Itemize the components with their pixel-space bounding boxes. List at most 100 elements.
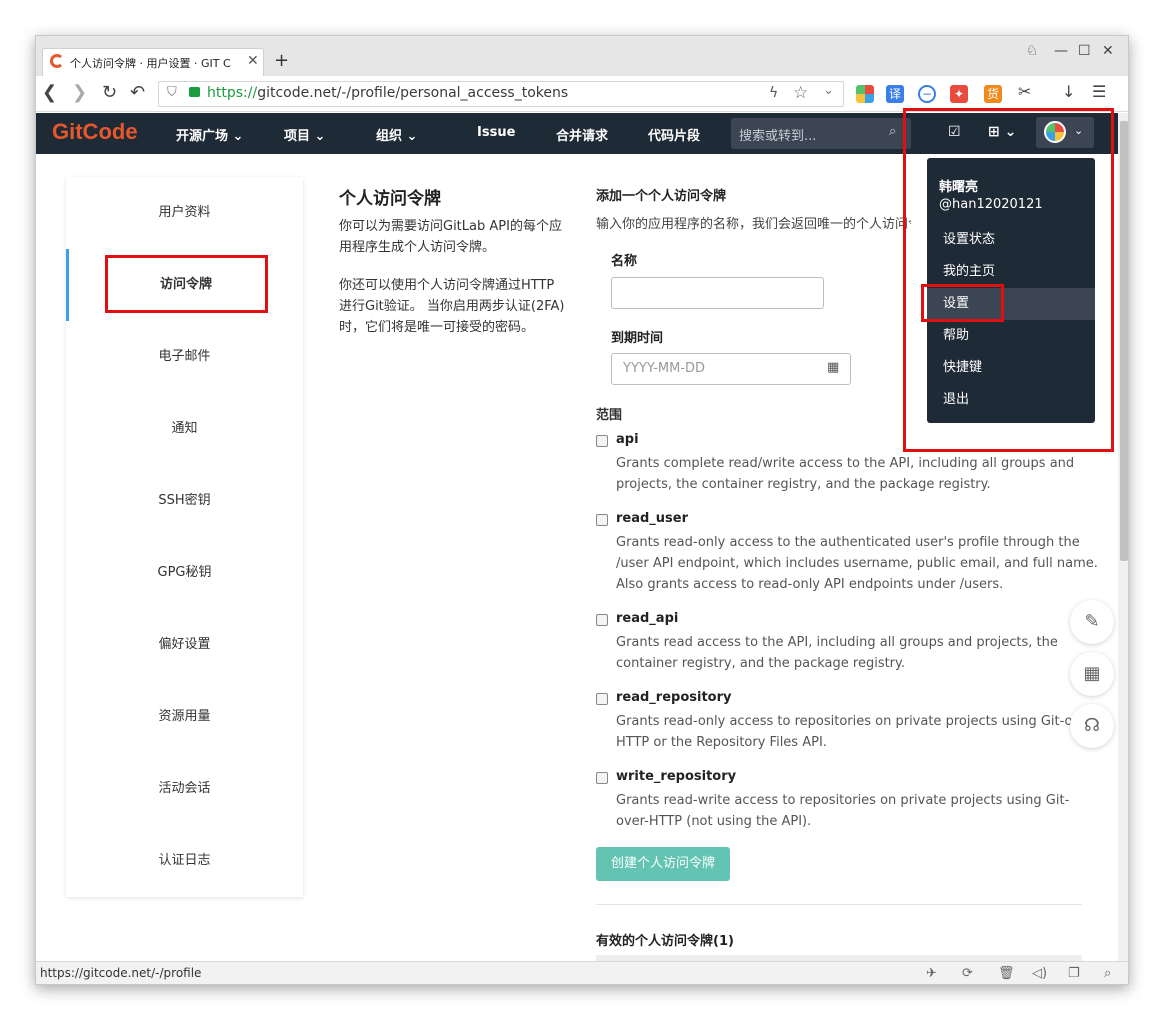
active-tokens-title: 有效的个人访问令牌(1) bbox=[596, 934, 734, 949]
browser-toolbar: ❮ ❯ ↻ ↶ ⛉ https://gitcode.net/-/profile/… bbox=[36, 76, 1128, 112]
form-description: 输入你的应用程序的名称，我们会返回唯一的个人访问令牌。 bbox=[596, 217, 911, 232]
qr-code-icon[interactable]: ▦ bbox=[1070, 652, 1114, 696]
nav-groups-label: 组织 bbox=[376, 129, 403, 144]
headset-icon[interactable]: ☊ bbox=[1070, 704, 1114, 748]
search-icon: ⌕ bbox=[889, 124, 897, 139]
zoom-icon[interactable]: ⌕ bbox=[1104, 966, 1111, 981]
annotation-box-access-tokens bbox=[105, 255, 268, 313]
nav-groups[interactable]: 组织 ⌄ bbox=[376, 125, 417, 144]
scissors-icon[interactable]: ✂ bbox=[1018, 82, 1031, 101]
sidebar-item-active-sessions[interactable]: 活动会话 bbox=[66, 753, 303, 825]
url-path: /-/profile/personal_access_tokens bbox=[336, 85, 569, 101]
forward-icon[interactable]: ❯ bbox=[72, 82, 87, 103]
scope-desc-write-repository: Grants read-write access to repositories… bbox=[616, 793, 1070, 829]
annotation-box-user-menu bbox=[903, 108, 1114, 452]
download-icon[interactable]: ↓ bbox=[1062, 82, 1075, 101]
close-window-icon[interactable]: ✕ bbox=[1102, 43, 1114, 59]
maximize-icon[interactable]: ☐ bbox=[1078, 43, 1091, 59]
intro-paragraph-2: 你还可以使用个人访问令牌通过HTTP进行Git验证。 当你启用两步认证(2FA)… bbox=[339, 278, 565, 335]
url-text: https://gitcode.net/-/profile/personal_a… bbox=[207, 85, 568, 101]
annotation-box-settings bbox=[921, 284, 1004, 322]
scope-name-write-repository: write_repository bbox=[616, 769, 737, 784]
browser-tab[interactable]: 个人访问令牌 · 用户设置 · GIT C ✕ bbox=[42, 48, 264, 76]
expiry-label: 到期时间 bbox=[611, 331, 664, 346]
sidebar-item-usage-quotas[interactable]: 资源用量 bbox=[66, 681, 303, 753]
new-tab-button[interactable]: + bbox=[274, 50, 289, 71]
scope-desc-read-api: Grants read access to the API, including… bbox=[616, 635, 1058, 671]
game-icon[interactable]: ✦ bbox=[950, 85, 968, 103]
trash-icon[interactable]: 🗑 bbox=[998, 966, 1015, 981]
divider bbox=[596, 904, 1082, 905]
apps-icon[interactable] bbox=[856, 85, 874, 103]
minimize-icon[interactable]: — bbox=[1054, 43, 1068, 59]
scope-name-read-user: read_user bbox=[616, 511, 689, 526]
status-url: https://gitcode.net/-/profile bbox=[40, 966, 202, 980]
volume-icon[interactable]: ◁) bbox=[1032, 966, 1047, 981]
scopes-label: 范围 bbox=[596, 408, 623, 423]
coupon-icon[interactable]: 货 bbox=[984, 85, 1002, 103]
search-placeholder: 搜索或转到... bbox=[739, 129, 817, 144]
tab-close-icon[interactable]: ✕ bbox=[247, 53, 259, 69]
scope-name-read-repository: read_repository bbox=[616, 690, 732, 705]
scope-desc-read-user: Grants read-only access to the authentic… bbox=[616, 535, 1098, 592]
scope-name-read-api: read_api bbox=[616, 611, 679, 626]
nav-issue[interactable]: Issue bbox=[477, 125, 515, 140]
scope-desc-read-repository: Grants read-only access to repositories … bbox=[616, 714, 1098, 750]
calendar-icon[interactable]: ▦ bbox=[827, 360, 839, 375]
bookmark-star-icon[interactable]: ☆ bbox=[793, 83, 808, 103]
menu-icon[interactable]: ☰ bbox=[1092, 82, 1106, 101]
status-bar: https://gitcode.net/-/profile ✈ ⟳ 🗑 ◁) ❐… bbox=[36, 961, 1128, 984]
sidebar-item-ssh-keys[interactable]: SSH密钥 bbox=[66, 465, 303, 537]
skin-icon[interactable]: ♘ bbox=[1026, 43, 1039, 59]
scope-desc-api: Grants complete read/write access to the… bbox=[616, 456, 1075, 492]
nav-snippets[interactable]: 代码片段 bbox=[648, 125, 700, 144]
address-bar[interactable]: ⛉ https://gitcode.net/-/profile/personal… bbox=[158, 81, 844, 107]
nav-explore-label: 开源广场 bbox=[176, 129, 229, 144]
form-title: 添加一个个人访问令牌 bbox=[596, 189, 727, 204]
scope-checkbox-read-user[interactable] bbox=[596, 514, 608, 526]
share-icon[interactable]: ⟳ bbox=[962, 966, 973, 981]
lightning-icon[interactable]: ϟ bbox=[769, 85, 778, 101]
gitcode-logo[interactable]: GitCode bbox=[52, 119, 138, 145]
nav-merge-requests[interactable]: 合并请求 bbox=[556, 125, 608, 144]
sidebar-item-gpg-keys[interactable]: GPG秘钥 bbox=[66, 537, 303, 609]
sidebar-item-preferences[interactable]: 偏好设置 bbox=[66, 609, 303, 681]
browser-window: 个人访问令牌 · 用户设置 · GIT C ✕ + ♘ — ☐ ✕ ❮ ❯ ↻ … bbox=[35, 35, 1129, 985]
url-host: gitcode.net bbox=[257, 85, 337, 101]
minus-circle-icon[interactable]: − bbox=[918, 85, 936, 103]
scope-checkbox-read-api[interactable] bbox=[596, 614, 608, 626]
shield-icon: ⛉ bbox=[167, 85, 177, 100]
tab-title: 个人访问令牌 · 用户设置 · GIT C bbox=[70, 57, 231, 70]
url-scheme: https:// bbox=[207, 85, 258, 101]
sidebar-item-notifications[interactable]: 通知 bbox=[66, 393, 303, 465]
name-field[interactable] bbox=[611, 277, 824, 309]
create-token-button[interactable]: 创建个人访问令牌 bbox=[596, 847, 730, 881]
expiry-date-field[interactable]: YYYY-MM-DD ▦ bbox=[611, 353, 851, 385]
chevron-down-icon[interactable]: ⌄ bbox=[823, 83, 834, 98]
nav-projects-label: 项目 bbox=[284, 129, 311, 144]
scope-checkbox-write-repository[interactable] bbox=[596, 772, 608, 784]
nav-explore[interactable]: 开源广场 ⌄ bbox=[176, 125, 243, 144]
intro-paragraph-1: 你可以为需要访问GitLab API的每个应用程序生成个人访问令牌。 bbox=[339, 219, 562, 255]
page-title: 个人访问令牌 bbox=[339, 189, 441, 209]
sidebar-item-profile[interactable]: 用户资料 bbox=[66, 177, 303, 249]
reload-icon[interactable]: ↻ bbox=[102, 82, 117, 103]
scope-checkbox-api[interactable] bbox=[596, 435, 608, 447]
scrollbar-thumb[interactable] bbox=[1120, 121, 1128, 561]
nav-projects[interactable]: 项目 ⌄ bbox=[284, 125, 325, 144]
window-icon[interactable]: ❐ bbox=[1068, 966, 1080, 981]
sidebar-item-emails[interactable]: 电子邮件 bbox=[66, 321, 303, 393]
page-scrollbar[interactable] bbox=[1118, 113, 1128, 961]
sidebar-item-auth-log[interactable]: 认证日志 bbox=[66, 825, 303, 897]
back-icon[interactable]: ❮ bbox=[42, 82, 57, 103]
tab-bar: 个人访问令牌 · 用户设置 · GIT C ✕ + ♘ — ☐ ✕ bbox=[36, 36, 1128, 76]
lock-icon bbox=[189, 87, 200, 97]
feedback-icon[interactable]: ✎ bbox=[1070, 600, 1114, 644]
scope-checkbox-read-repository[interactable] bbox=[596, 693, 608, 705]
gitcode-favicon-icon bbox=[50, 54, 64, 68]
undo-close-icon[interactable]: ↶ bbox=[130, 82, 145, 103]
pin-icon[interactable]: ✈ bbox=[926, 966, 937, 981]
scope-name-api: api bbox=[616, 432, 639, 447]
search-input[interactable]: 搜索或转到... ⌕ bbox=[731, 118, 911, 149]
translate-icon[interactable]: 译 bbox=[886, 85, 904, 103]
